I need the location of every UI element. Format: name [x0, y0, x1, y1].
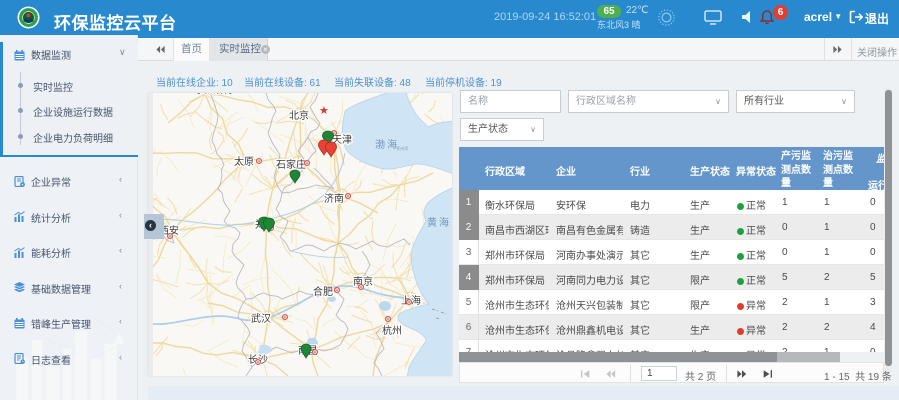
svg-text:★: ★	[319, 105, 329, 117]
svg-text:太原: 太原	[234, 155, 254, 168]
svg-text:北京: 北京	[289, 109, 309, 122]
svg-text:合肥: 合肥	[313, 285, 333, 298]
svg-text:黄海: 黄海	[427, 216, 451, 229]
svg-text:莱州湾: 莱州湾	[396, 145, 408, 151]
svg-text:杭州: 杭州	[382, 324, 402, 337]
svg-text:呼和浩特: 呼和浩特	[193, 93, 233, 96]
svg-text:济南: 济南	[324, 192, 344, 205]
svg-text:石家庄: 石家庄	[276, 158, 306, 171]
svg-text:武汉: 武汉	[251, 312, 271, 325]
